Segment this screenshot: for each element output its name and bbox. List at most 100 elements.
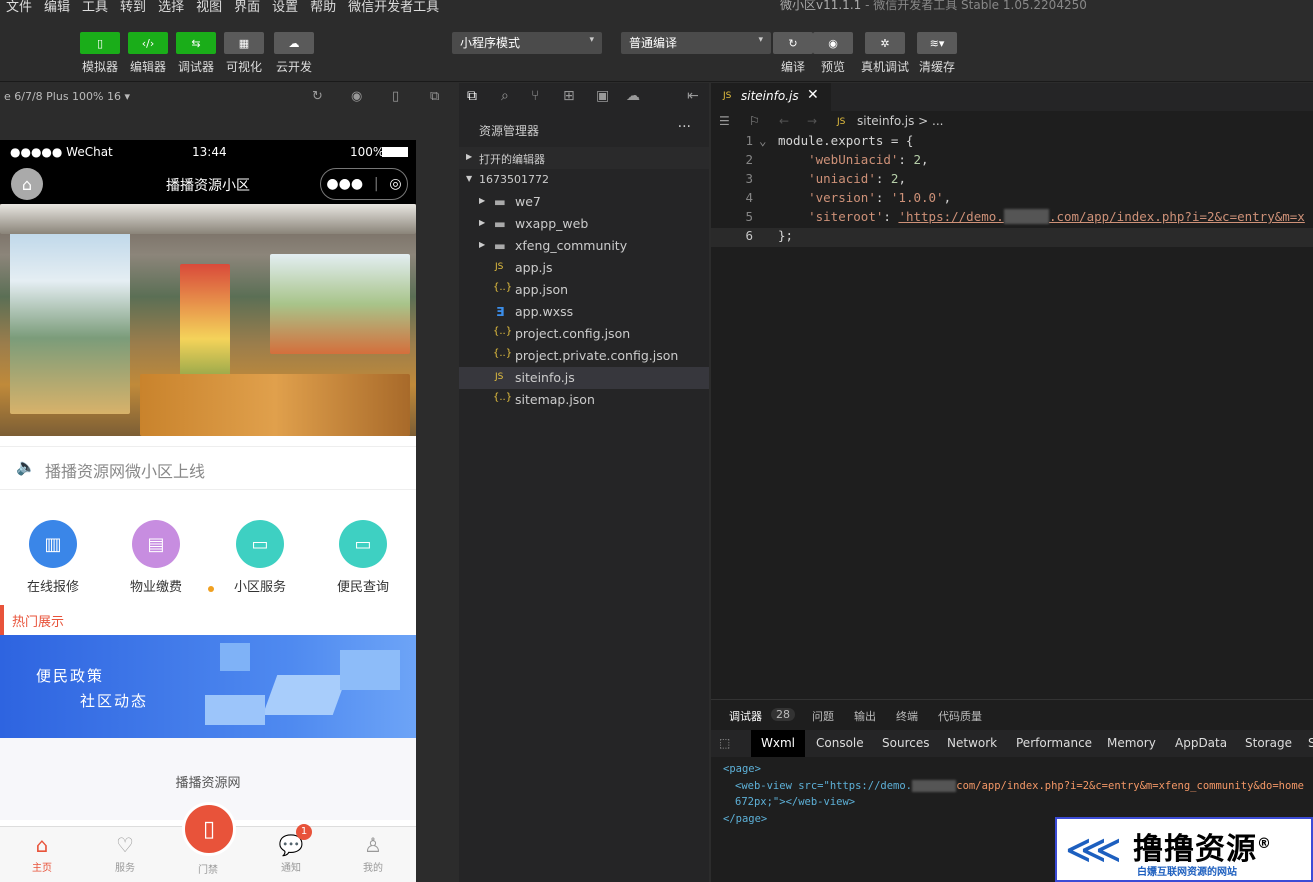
tab-sources[interactable]: Sources <box>882 736 929 750</box>
compile-button[interactable]: ↻ 编译 <box>773 32 813 75</box>
code-url[interactable]: 'https://demo. <box>898 209 1003 224</box>
folder-icon: ▬ <box>494 194 506 209</box>
watermark-title: 撸撸资源® <box>1133 824 1272 868</box>
popout-icon[interactable]: ⧉ <box>430 89 439 104</box>
back-arrow-icon[interactable]: ← <box>779 114 789 128</box>
tab-debugger[interactable]: 调试器 <box>729 708 762 724</box>
extensions-icon[interactable]: ⊞ <box>563 88 575 104</box>
tree-item[interactable]: {..} project.config.json <box>459 323 709 345</box>
files-icon[interactable]: ⧉ <box>467 88 477 104</box>
tab-more[interactable]: S <box>1308 736 1313 750</box>
tab-problems[interactable]: 问题 <box>812 708 834 724</box>
phone-icon[interactable]: ▯ <box>392 89 399 104</box>
tree-item[interactable]: ▶ ▬ wxapp_web <box>459 213 709 235</box>
tab-home[interactable]: ⌂ 主页 <box>12 833 72 874</box>
tree-item[interactable]: {..} app.json <box>459 279 709 301</box>
tree-item-label: siteinfo.js <box>515 370 575 385</box>
menu-edit[interactable]: 编辑 <box>44 0 70 15</box>
tab-wxml[interactable]: Wxml <box>751 730 805 757</box>
tab-mine[interactable]: ♙ 我的 <box>343 833 403 874</box>
fold-icon[interactable]: ⌄ <box>759 133 767 148</box>
breadcrumb-path[interactable]: siteinfo.js > ... <box>857 114 944 128</box>
simulator-button[interactable]: ▯ 模拟器 <box>80 32 120 75</box>
source-control-icon[interactable]: ⑂ <box>531 88 539 104</box>
tab-terminal[interactable]: 终端 <box>896 708 918 724</box>
tree-item[interactable]: JS app.js <box>459 257 709 279</box>
debugger-button[interactable]: ⇆ 调试器 <box>176 32 216 75</box>
menu-help[interactable]: 帮助 <box>310 0 336 15</box>
tab-memory[interactable]: Memory <box>1107 736 1156 750</box>
tab-performance[interactable]: Performance <box>1016 736 1092 750</box>
editor-button[interactable]: ‹/› 编辑器 <box>128 32 168 75</box>
ad-banner[interactable]: 便民政策 社区动态 <box>0 635 416 738</box>
menu-interface[interactable]: 界面 <box>234 0 260 15</box>
editor-label: 编辑器 <box>129 60 166 74</box>
capsule-menu[interactable]: ●●● | ◎ <box>320 168 408 200</box>
tab-network[interactable]: Network <box>947 736 997 750</box>
collapse-sidebar-icon[interactable]: ⇤ <box>687 88 699 104</box>
bookmark-icon[interactable]: ⚐ <box>749 114 760 128</box>
code-line: 2 'webUniacid': 2, <box>711 152 1313 171</box>
forward-arrow-icon[interactable]: → <box>807 114 817 128</box>
menu-devtools[interactable]: 微信开发者工具 <box>348 0 439 15</box>
menu-goto[interactable]: 转到 <box>120 0 146 15</box>
tree-item-label: app.wxss <box>515 304 574 319</box>
fee-item[interactable]: ▤ 物业缴费 <box>116 520 196 595</box>
tab-notice[interactable]: 💬 通知 <box>261 833 321 874</box>
community-service-item[interactable]: ▭ 小区服务 <box>220 520 300 595</box>
tree-item[interactable]: JS siteinfo.js <box>459 367 709 389</box>
inspect-icon[interactable]: ⬚ <box>719 736 730 750</box>
panel-icon[interactable]: ▣ <box>596 88 609 104</box>
docker-icon[interactable]: ☁ <box>626 88 640 104</box>
clear-cache-button[interactable]: ≋▾ 清缓存 <box>917 32 957 75</box>
search-icon[interactable]: ⌕ <box>501 88 509 104</box>
open-editors-section[interactable]: ▶ 打开的编辑器 <box>459 147 709 169</box>
mode-select[interactable]: 小程序模式 ▾ <box>452 32 602 54</box>
tree-item[interactable]: ▶ ▬ xfeng_community <box>459 235 709 257</box>
more-icon[interactable]: ··· <box>678 119 691 135</box>
door-icon[interactable]: ▯ <box>182 802 236 856</box>
close-target-icon[interactable]: ◎ <box>389 176 401 192</box>
cloud-button[interactable]: ☁ 云开发 <box>274 32 314 75</box>
code-area[interactable]: 1 ⌄ module.exports = { 2 'webUniacid': 2, … <box>711 133 1313 247</box>
tree-item[interactable]: Ǝapp.wxss <box>459 301 709 323</box>
real-debug-button[interactable]: ✲ 真机调试 <box>860 32 910 75</box>
json-icon: {..} <box>493 282 513 293</box>
tab-code-quality[interactable]: 代码质量 <box>938 708 982 724</box>
list-icon[interactable]: ☰ <box>719 114 730 128</box>
preview-button[interactable]: ◉ 预览 <box>813 32 853 75</box>
menu-settings[interactable]: 设置 <box>272 0 298 15</box>
device-select[interactable]: e 6/7/8 Plus 100% 16 ▾ <box>4 90 130 103</box>
menu-view[interactable]: 视图 <box>196 0 222 15</box>
banner-image[interactable] <box>0 204 416 436</box>
compile-select[interactable]: 普通编译 ▾ <box>621 32 771 54</box>
record-icon[interactable]: ◉ <box>351 89 362 104</box>
menu-tools[interactable]: 工具 <box>82 0 108 15</box>
menu-select[interactable]: 选择 <box>158 0 184 15</box>
tree-item[interactable]: ▶ ▬ we7 <box>459 191 709 213</box>
speaker-icon: 🔈 <box>16 457 36 476</box>
repair-item[interactable]: ▥ 在线报修 <box>13 520 93 595</box>
tree-item[interactable]: {..} sitemap.json <box>459 389 709 411</box>
code-url[interactable]: .com/app/index.php?i=2&c=entry&m=x <box>1049 209 1305 224</box>
close-icon[interactable]: ✕ <box>807 87 819 103</box>
tree-item[interactable]: {..} project.private.config.json <box>459 345 709 367</box>
tab-appdata[interactable]: AppData <box>1175 736 1227 750</box>
tab-storage[interactable]: Storage <box>1245 736 1292 750</box>
project-root[interactable]: ▼ 1673501772 <box>459 169 709 191</box>
more-icon[interactable]: ●●● <box>326 176 363 192</box>
visual-button[interactable]: ▦ 可视化 <box>224 32 264 75</box>
rotate-icon[interactable]: ↻ <box>312 89 323 104</box>
tab-output[interactable]: 输出 <box>854 708 876 724</box>
query-item[interactable]: ▭ 便民查询 <box>323 520 403 595</box>
banner-shelf <box>10 224 130 414</box>
id-card-icon: ▤ <box>132 520 180 568</box>
tab-service[interactable]: ♡ 服务 <box>95 833 155 874</box>
notice-bar[interactable]: 🔈 播播资源网微小区上线 <box>0 446 416 490</box>
code-key: 'uniacid' <box>808 171 876 186</box>
menu-file[interactable]: 文件 <box>6 0 32 15</box>
redacted-text: xxxxxx <box>1003 209 1049 224</box>
tab-console[interactable]: Console <box>816 736 864 750</box>
tab-door[interactable]: 门禁 <box>178 861 238 876</box>
tab-siteinfo[interactable]: JS siteinfo.js ✕ <box>711 83 831 111</box>
